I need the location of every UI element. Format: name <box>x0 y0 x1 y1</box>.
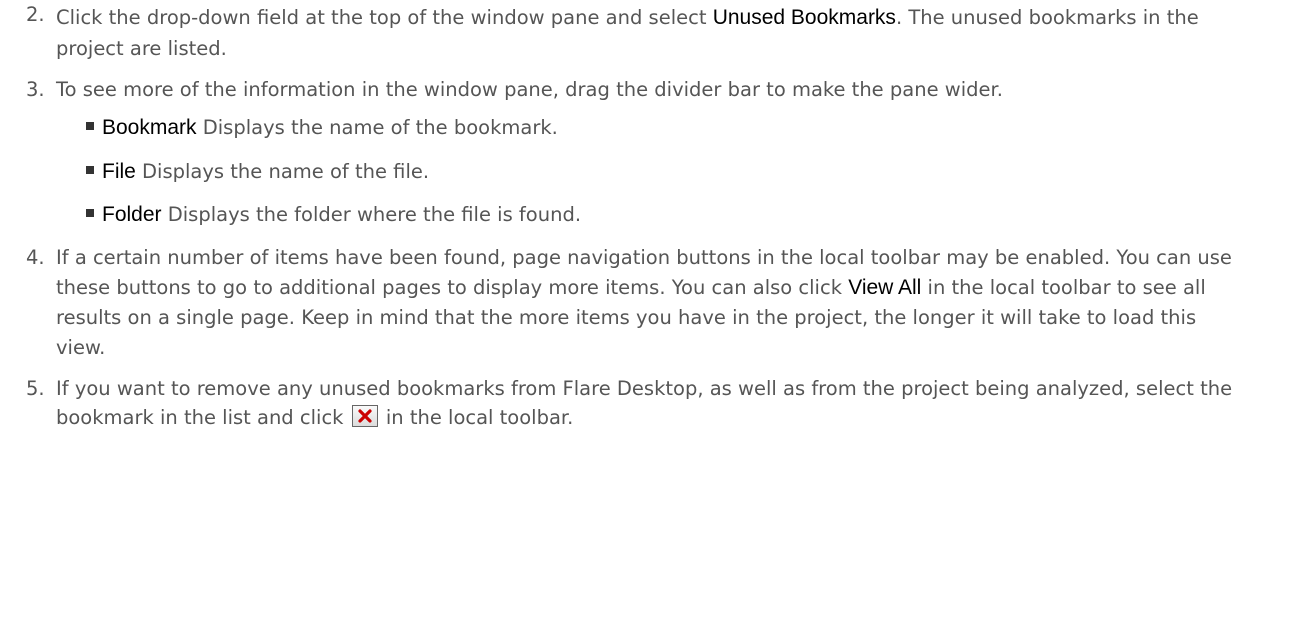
document-body: 2. Click the drop-down field at the top … <box>0 0 1299 432</box>
step-text: To see more of the information in the wi… <box>56 77 1003 101</box>
list-item-folder: Folder Displays the folder where the fil… <box>56 199 1249 231</box>
step-number: 5. <box>26 376 45 400</box>
step-text: If you want to remove any unused bookmar… <box>56 374 1249 433</box>
step-text-part: If you want to remove any unused bookmar… <box>56 376 1233 429</box>
bullet-desc: Displays the name of the file. <box>135 159 430 183</box>
step-number: 4. <box>26 245 45 269</box>
bullet-square-icon <box>86 165 94 174</box>
step-3: 3. To see more of the information in the… <box>0 75 1299 231</box>
step-number: 3. <box>26 77 45 101</box>
list-item-bookmark: Bookmark Displays the name of the bookma… <box>56 112 1249 144</box>
bullet-square-icon <box>86 122 94 130</box>
step-text-part: Click the drop-down field at the top of … <box>56 6 713 29</box>
delete-x-icon <box>351 405 378 427</box>
step-5: 5. If you want to remove any unused book… <box>0 374 1299 433</box>
ui-term-file: File <box>102 159 136 183</box>
ui-term-folder: Folder <box>102 203 162 226</box>
step-text: If a certain number of items have been f… <box>56 243 1249 362</box>
column-list: Bookmark Displays the name of the bookma… <box>56 112 1249 231</box>
ui-term-unused-bookmarks: Unused Bookmarks <box>712 6 896 29</box>
bullet-square-icon <box>86 209 94 217</box>
step-number: 2. <box>26 3 45 26</box>
ui-term-view-all: View All <box>848 275 922 299</box>
ui-term-bookmark: Bookmark <box>102 116 197 139</box>
step-text: Click the drop-down field at the top of … <box>56 2 1249 63</box>
bullet-desc: Displays the folder where the file is fo… <box>161 203 582 226</box>
bullet-desc: Displays the name of the bookmark. <box>196 116 558 139</box>
step-2: 2. Click the drop-down field at the top … <box>0 0 1299 63</box>
step-text-part: in the local toolbar. <box>379 406 574 429</box>
step-4: 4. If a certain number of items have bee… <box>0 243 1299 362</box>
list-item-file: File Displays the name of the file. <box>56 156 1249 188</box>
